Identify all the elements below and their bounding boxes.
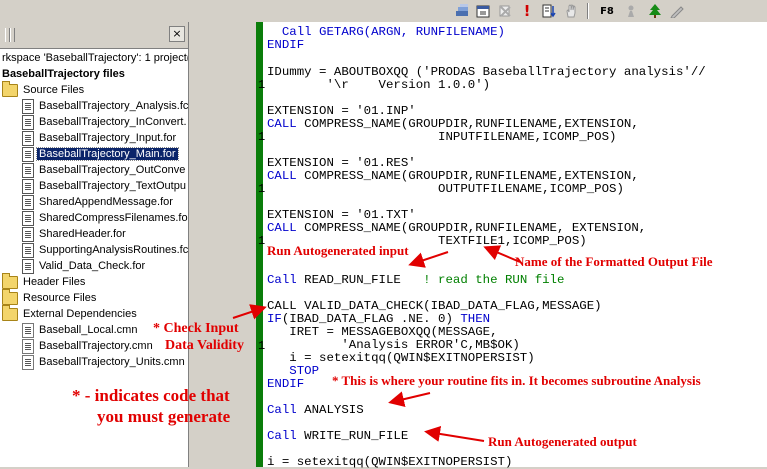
- workspace-node[interactable]: rkspace 'BaseballTrajectory': 1 project(: [0, 50, 188, 66]
- file-item[interactable]: SharedHeader.for: [22, 226, 128, 242]
- gutter-mark: 1: [258, 78, 266, 92]
- keyword: CALL: [267, 117, 297, 131]
- code-line: ENDIF: [267, 38, 305, 52]
- folder-source-files[interactable]: Source Files: [2, 80, 86, 98]
- toolbar: ! F8: [0, 0, 767, 23]
- gutter-mark: 1: [258, 130, 266, 144]
- gutter-mark: 1: [258, 182, 266, 196]
- file-icon: [22, 130, 34, 146]
- code-text: COMPRESS_NAME(GROUPDIR,RUNFILENAME,EXTEN…: [296, 169, 639, 183]
- folder-header-files[interactable]: Header Files: [2, 272, 87, 290]
- keyword: Call: [267, 273, 297, 287]
- pen-icon[interactable]: [668, 2, 686, 20]
- keyword: Call: [267, 429, 297, 443]
- gutter-mark: 1: [258, 234, 266, 248]
- code-line: '\r Version 1.0.0'): [267, 78, 491, 92]
- folder-icon: [2, 288, 18, 305]
- code-line: ENDIF: [267, 377, 305, 391]
- file-icon: [22, 98, 34, 114]
- file-item[interactable]: SharedAppendMessage.for: [22, 194, 175, 210]
- file-icon: [22, 178, 34, 194]
- annotation-formatted-output: Name of the Formatted Output File: [515, 254, 713, 269]
- file-item[interactable]: BaseballTrajectory_TextOutpu: [22, 178, 188, 194]
- file-item[interactable]: SharedCompressFilenames.for: [22, 210, 188, 226]
- annotation-indicates: * - indicates code that: [72, 386, 230, 405]
- keyword: THEN: [460, 312, 491, 326]
- calendar-icon[interactable]: [474, 2, 492, 20]
- code-text: READ_RUN_FILE: [296, 273, 424, 287]
- file-item[interactable]: BaseballTrajectory_Input.for: [22, 130, 178, 146]
- file-icon: [22, 354, 34, 370]
- file-icon: [22, 210, 34, 226]
- file-icon: [22, 114, 34, 130]
- annotation-must-generate: you must generate: [97, 407, 231, 426]
- file-item[interactable]: BaseballTrajectory.cmn: [22, 338, 155, 354]
- code-text: (IBAD_DATA_FLAG .NE. 0): [281, 312, 461, 326]
- step-into-icon[interactable]: [540, 2, 558, 20]
- code-line: INPUTFILENAME,ICOMP_POS): [267, 130, 617, 144]
- annotation-data-validity: Data Validity: [165, 338, 244, 353]
- folder-icon: [2, 80, 18, 97]
- folder-external-dependencies[interactable]: External Dependencies: [2, 304, 139, 322]
- annotation-routine-fits: * This is where your routine fits in. It…: [332, 373, 701, 388]
- stack-icon[interactable]: [453, 2, 471, 20]
- file-icon: [22, 146, 34, 162]
- close-pane-button[interactable]: ×: [169, 26, 185, 42]
- code-line: Call READ_RUN_FILE ! read the RUN file: [267, 274, 564, 287]
- folder-resource-files[interactable]: Resource Files: [2, 288, 98, 306]
- file-item[interactable]: Valid_Data_Check.for: [22, 258, 147, 274]
- gripper[interactable]: [10, 28, 15, 42]
- file-icon: [22, 322, 34, 338]
- annotation-run-output: Run Autogenerated output: [488, 434, 637, 449]
- run-f8-icon[interactable]: F8: [597, 2, 617, 20]
- code-text: COMPRESS_NAME(GROUPDIR,RUNFILENAME,EXTEN…: [296, 117, 639, 131]
- annotation-run-input: Run Autogenerated input: [267, 243, 409, 258]
- file-item-selected[interactable]: BaseballTrajectory_Main.for: [22, 146, 179, 162]
- code-text: COMPRESS_NAME(GROUPDIR,RUNFILENAME, EXTE…: [296, 221, 647, 235]
- file-item[interactable]: BaseballTrajectory_InConvert.: [22, 114, 188, 130]
- tree-icon[interactable]: [646, 2, 664, 20]
- keyword: IF: [267, 312, 282, 326]
- file-icon: [22, 194, 34, 210]
- gutter-mark: 1: [258, 339, 266, 353]
- project-node[interactable]: BaseballTrajectory files: [0, 66, 127, 82]
- keyword: Call: [267, 403, 297, 417]
- file-icon: [22, 162, 34, 178]
- code-line: Call WRITE_RUN_FILE: [267, 430, 408, 443]
- file-item[interactable]: BaseballTrajectory_OutConve: [22, 162, 187, 178]
- annotation-check-input: * Check Input: [153, 321, 239, 336]
- tree-pane-header: ×: [0, 22, 188, 49]
- file-icon: [22, 242, 34, 258]
- code-line: i = setexitqq(QWIN$EXITNOPERSIST): [267, 455, 513, 469]
- keyword: CALL: [267, 221, 297, 235]
- code-text: ANALYSIS: [296, 403, 364, 417]
- file-icon: [22, 226, 34, 242]
- code-line: OUTPUTFILENAME,ICOMP_POS): [267, 182, 624, 196]
- file-icon: [22, 338, 34, 354]
- file-item[interactable]: SupportingAnalysisRoutines.fc: [22, 242, 188, 258]
- f8-label: F8: [600, 5, 614, 17]
- hand-icon[interactable]: [562, 2, 580, 20]
- exclamation-icon[interactable]: !: [518, 2, 536, 20]
- delete-icon[interactable]: [496, 2, 514, 20]
- code-text: WRITE_RUN_FILE: [296, 429, 409, 443]
- keyword: CALL: [267, 169, 297, 183]
- folder-icon: [2, 272, 18, 289]
- stepping-icon[interactable]: [622, 2, 640, 20]
- file-icon: [22, 258, 34, 274]
- code-comment: ! read the RUN file: [423, 273, 565, 287]
- folder-icon: [2, 304, 18, 321]
- file-item[interactable]: BaseballTrajectory_Analysis.fc: [22, 98, 188, 114]
- file-item[interactable]: Baseball_Local.cmn: [22, 322, 139, 338]
- code-line: Call ANALYSIS: [267, 404, 364, 417]
- file-item[interactable]: BaseballTrajectory_Units.cmn: [22, 354, 187, 370]
